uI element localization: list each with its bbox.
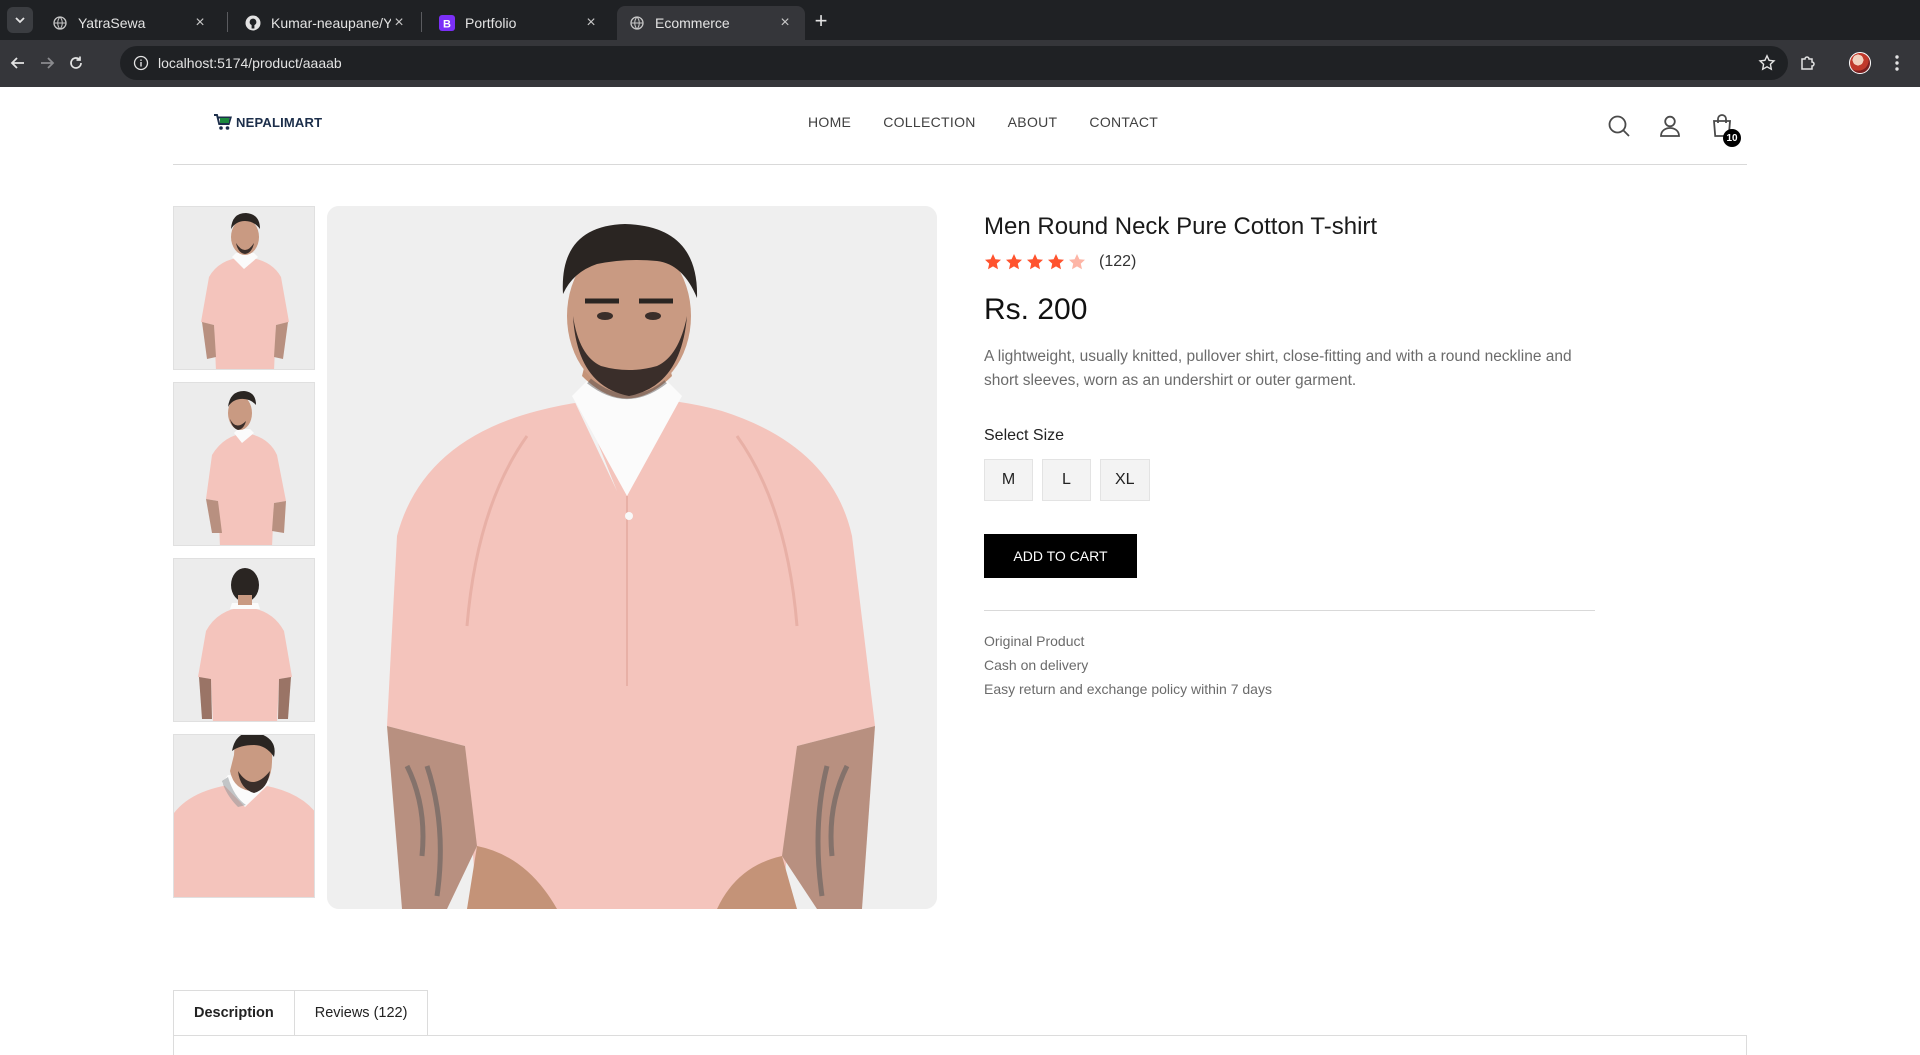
browser-tab-bar: YatraSewa × Kumar-neaupane/YatraS × B Po…	[0, 0, 1920, 40]
product-thumbnail[interactable]	[173, 734, 315, 898]
product-thumbnail[interactable]	[173, 558, 315, 722]
tab-title: Portfolio	[465, 15, 517, 31]
search-icon	[1608, 115, 1630, 137]
nav-contact[interactable]: CONTACT	[1089, 114, 1158, 130]
bootstrap-icon: B	[439, 15, 455, 31]
nav-collection[interactable]: COLLECTION	[883, 114, 975, 130]
url-text: localhost:5174/product/aaaab	[158, 55, 342, 71]
product-thumbnail[interactable]	[173, 382, 315, 546]
product-rating: (122)	[984, 253, 1594, 271]
reload-button[interactable]	[63, 50, 89, 76]
page-content: NEPALIMART HOME COLLECTION ABOUT CONTACT…	[0, 87, 1920, 1055]
github-icon	[245, 15, 261, 31]
tab-title: Ecommerce	[655, 15, 730, 31]
nav-home[interactable]: HOME	[808, 114, 851, 130]
product-policies: Original Product Cash on delivery Easy r…	[984, 629, 1594, 701]
bookmark-star-icon[interactable]	[1758, 54, 1776, 72]
globe-icon	[52, 15, 68, 31]
tab-panel	[173, 1035, 1747, 1055]
nav-about[interactable]: ABOUT	[1008, 114, 1058, 130]
tab-ecommerce[interactable]: Ecommerce ×	[617, 6, 805, 40]
extensions-button[interactable]	[1795, 50, 1821, 76]
puzzle-icon	[1801, 56, 1815, 70]
arrow-left-icon	[10, 57, 24, 69]
tab-reviews[interactable]: Reviews (122)	[294, 990, 429, 1036]
thumbnail-list	[173, 206, 315, 910]
tab-separator	[421, 12, 422, 32]
close-icon[interactable]: ×	[777, 14, 793, 31]
product-description: A lightweight, usually knitted, pullover…	[984, 348, 1572, 389]
menu-button[interactable]	[1884, 50, 1910, 76]
star-icon	[1006, 254, 1022, 270]
product-tabs: Description Reviews (122)	[173, 990, 429, 1036]
tab-title: Kumar-neaupane/YatraS	[271, 15, 391, 31]
product-info: Men Round Neck Pure Cotton T-shirt (122)…	[984, 213, 1595, 701]
tab-github[interactable]: Kumar-neaupane/YatraS ×	[233, 6, 419, 40]
size-option-m[interactable]: M	[984, 459, 1033, 501]
profile-button[interactable]	[1657, 113, 1683, 139]
avatar	[1849, 52, 1871, 74]
new-tab-button[interactable]: +	[808, 8, 834, 34]
policy-item: Easy return and exchange policy within 7…	[984, 681, 1272, 697]
search-button[interactable]	[1606, 113, 1632, 139]
site-logo[interactable]: NEPALIMART	[213, 113, 322, 131]
tab-portfolio[interactable]: B Portfolio ×	[427, 6, 611, 40]
star-empty-icon	[1069, 254, 1085, 270]
star-icon	[985, 254, 1001, 270]
shopping-cart-logo-icon	[214, 114, 232, 130]
globe-icon	[629, 15, 645, 31]
user-icon	[1660, 115, 1680, 137]
cart-button[interactable]: 10	[1709, 113, 1741, 147]
reload-icon	[70, 56, 82, 69]
divider	[984, 610, 1595, 611]
back-button[interactable]	[5, 50, 31, 76]
tab-search-button[interactable]	[7, 7, 33, 33]
star-icon	[1048, 254, 1064, 270]
profile-button[interactable]	[1847, 50, 1873, 76]
size-option-xl[interactable]: XL	[1100, 459, 1150, 501]
logo-text: NEPALIMART	[236, 114, 323, 130]
svg-text:B: B	[443, 19, 451, 31]
close-icon[interactable]: ×	[583, 14, 599, 31]
site-header: NEPALIMART HOME COLLECTION ABOUT CONTACT…	[173, 87, 1747, 165]
cart-count-badge: 10	[1723, 129, 1741, 147]
tab-separator	[227, 12, 228, 32]
forward-button[interactable]	[34, 50, 60, 76]
main-nav: HOME COLLECTION ABOUT CONTACT	[808, 114, 1158, 130]
address-bar[interactable]: localhost:5174/product/aaaab	[120, 46, 1788, 80]
kebab-menu-icon	[1895, 55, 1899, 71]
product-thumbnail[interactable]	[173, 206, 315, 370]
size-option-l[interactable]: L	[1042, 459, 1091, 501]
policy-item: Cash on delivery	[984, 657, 1089, 673]
product-price: Rs. 200	[984, 293, 1088, 326]
arrow-right-icon	[41, 57, 55, 69]
browser-toolbar: localhost:5174/product/aaaab	[0, 40, 1920, 87]
tab-title: YatraSewa	[78, 15, 146, 31]
add-to-cart-button[interactable]: ADD TO CART	[984, 534, 1137, 578]
site-info-icon[interactable]	[124, 46, 158, 80]
star-icon	[1027, 254, 1043, 270]
size-label: Select Size	[984, 427, 1065, 444]
policy-item: Original Product	[984, 633, 1085, 649]
product-title: Men Round Neck Pure Cotton T-shirt	[984, 213, 1378, 240]
review-count: (122)	[1099, 253, 1137, 270]
tab-description[interactable]: Description	[173, 990, 295, 1036]
size-options: M L XL	[984, 459, 1594, 501]
tab-yatrasewa[interactable]: YatraSewa ×	[40, 6, 220, 40]
close-icon[interactable]: ×	[192, 14, 208, 31]
close-icon[interactable]: ×	[391, 14, 407, 31]
product-main-image	[327, 206, 937, 909]
chevron-down-icon	[15, 17, 25, 24]
